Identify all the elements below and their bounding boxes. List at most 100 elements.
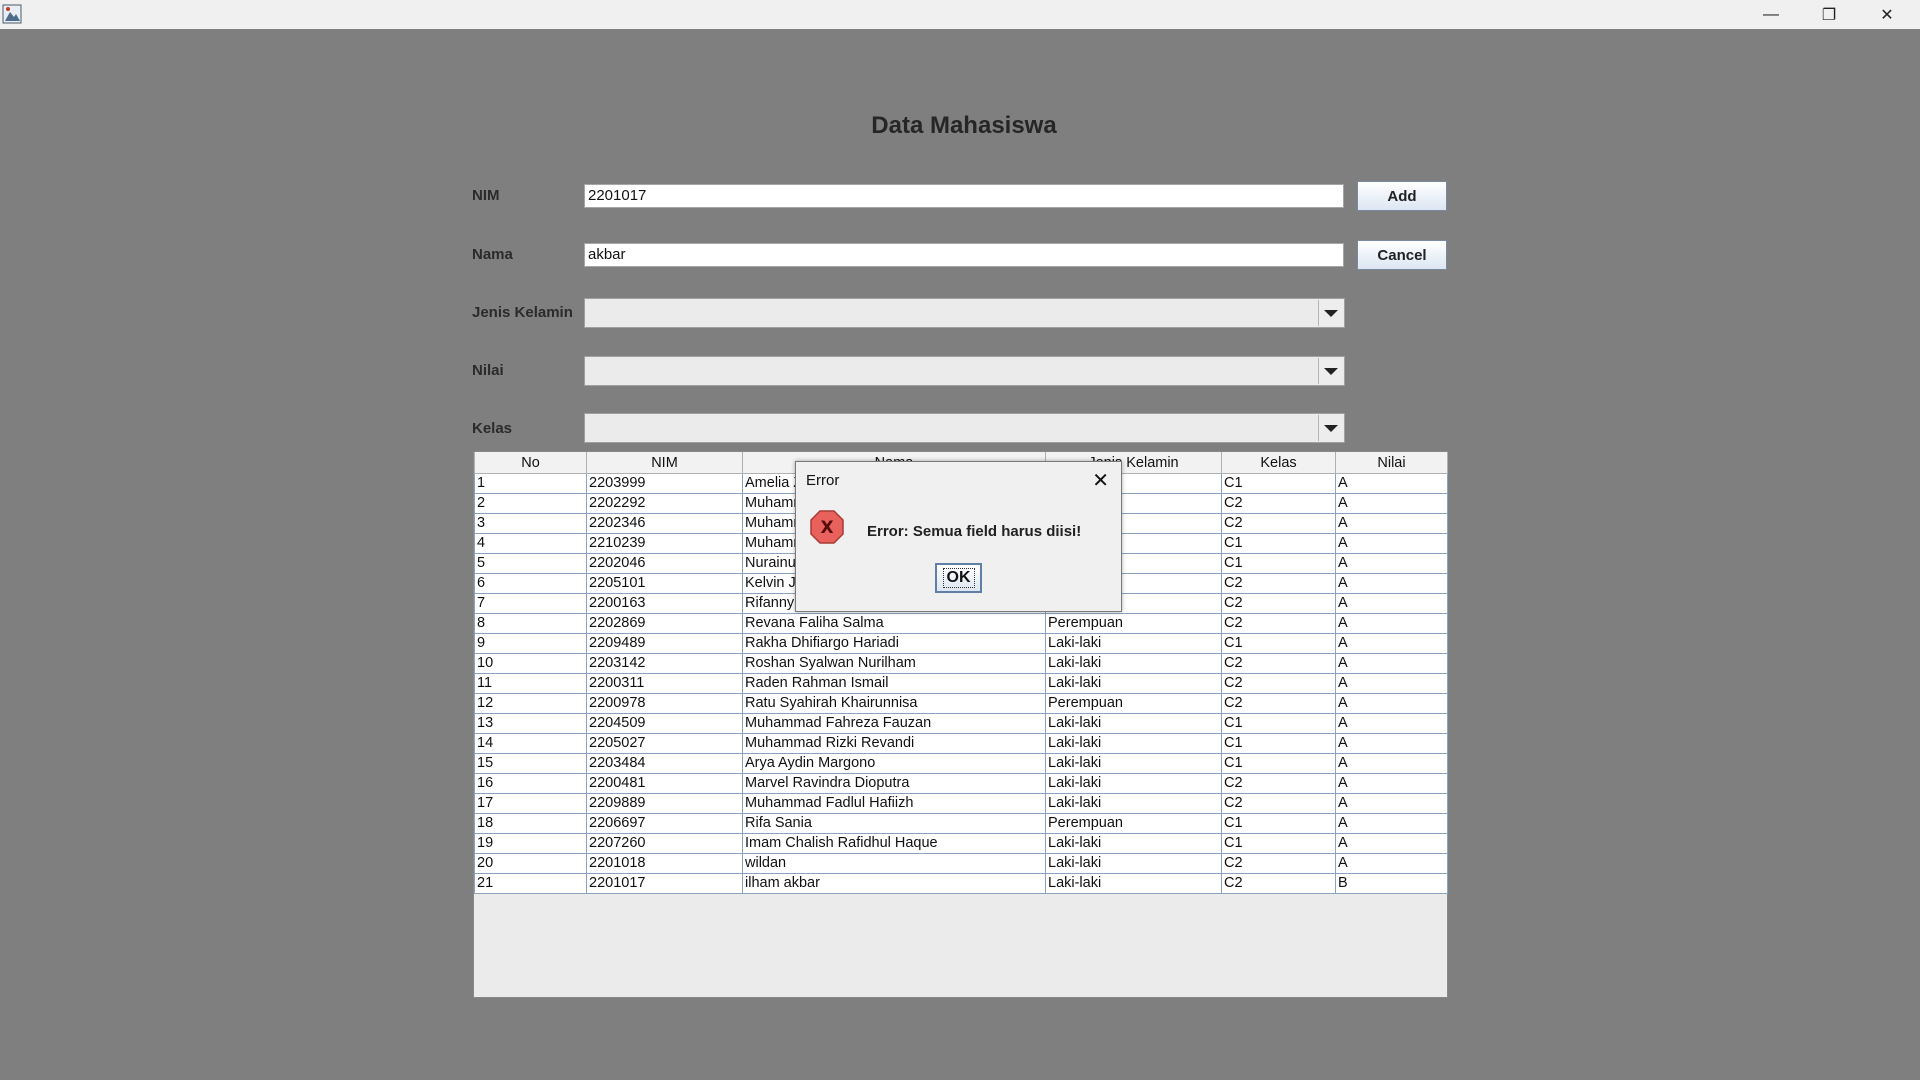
cell-no[interactable]: 21: [474, 873, 587, 894]
cell-no[interactable]: 13: [474, 713, 587, 734]
chevron-down-icon[interactable]: [1318, 300, 1343, 326]
cell-nama[interactable]: Rakha Dhifiargo Hariadi: [742, 633, 1046, 654]
cell-no[interactable]: 4: [474, 533, 587, 554]
nama-input[interactable]: akbar: [584, 243, 1344, 267]
table-row[interactable]: 8 2202869 Revana Faliha Salma Perempuan C2 A: [474, 613, 1448, 634]
cell-no[interactable]: 15: [474, 753, 587, 774]
cell-kelas[interactable]: C2: [1221, 593, 1336, 614]
cell-no[interactable]: 17: [474, 793, 587, 814]
table-row[interactable]: 20 2201018 wildan Laki-laki C2 A: [474, 853, 1448, 874]
cell-kelas[interactable]: C1: [1221, 633, 1336, 654]
cell-kelas[interactable]: C1: [1221, 553, 1336, 574]
cell-nilai[interactable]: A: [1335, 733, 1448, 754]
dialog-close-icon[interactable]: ✕: [1092, 468, 1109, 493]
cell-kelas[interactable]: C1: [1221, 733, 1336, 754]
cell-nilai[interactable]: A: [1335, 513, 1448, 534]
cell-no[interactable]: 11: [474, 673, 587, 694]
cell-nilai[interactable]: A: [1335, 813, 1448, 834]
cell-nim[interactable]: 2203484: [586, 753, 743, 774]
table-row[interactable]: 21 2201017 ilham akbar Laki-laki C2 B: [474, 873, 1448, 894]
add-button[interactable]: Add: [1357, 181, 1447, 211]
close-window-button[interactable]: ✕: [1858, 0, 1916, 29]
cell-nama[interactable]: Imam Chalish Rafidhul Haque: [742, 833, 1046, 854]
cell-no[interactable]: 7: [474, 593, 587, 614]
chevron-down-icon[interactable]: [1318, 415, 1343, 441]
column-header-nim[interactable]: NIM: [586, 452, 743, 474]
cell-jenis-kelamin[interactable]: Laki-laki: [1045, 773, 1222, 794]
cell-nama[interactable]: Rifa Sania: [742, 813, 1046, 834]
cell-kelas[interactable]: C1: [1221, 753, 1336, 774]
kelas-select[interactable]: [584, 413, 1345, 443]
cell-nilai[interactable]: A: [1335, 653, 1448, 674]
cell-nama[interactable]: Roshan Syalwan Nurilham: [742, 653, 1046, 674]
column-header-no[interactable]: No: [474, 452, 587, 474]
cell-kelas[interactable]: C2: [1221, 853, 1336, 874]
cell-no[interactable]: 6: [474, 573, 587, 594]
cell-nilai[interactable]: A: [1335, 493, 1448, 514]
cell-nilai[interactable]: A: [1335, 533, 1448, 554]
column-header-nilai[interactable]: Nilai: [1335, 452, 1448, 474]
cell-kelas[interactable]: C2: [1221, 673, 1336, 694]
cell-kelas[interactable]: C2: [1221, 613, 1336, 634]
cell-jenis-kelamin[interactable]: Laki-laki: [1045, 733, 1222, 754]
cell-jenis-kelamin[interactable]: Laki-laki: [1045, 713, 1222, 734]
cell-nama[interactable]: ilham akbar: [742, 873, 1046, 894]
cell-nim[interactable]: 2202869: [586, 613, 743, 634]
cell-nim[interactable]: 2207260: [586, 833, 743, 854]
cell-no[interactable]: 19: [474, 833, 587, 854]
cell-kelas[interactable]: C1: [1221, 473, 1336, 494]
cell-kelas[interactable]: C2: [1221, 873, 1336, 894]
cell-nilai[interactable]: A: [1335, 673, 1448, 694]
minimize-button[interactable]: —: [1742, 0, 1800, 29]
table-row[interactable]: 10 2203142 Roshan Syalwan Nurilham Laki-lak…: [474, 653, 1448, 674]
cell-nama[interactable]: Raden Rahman Ismail: [742, 673, 1046, 694]
cell-jenis-kelamin[interactable]: Perempuan: [1045, 693, 1222, 714]
cell-no[interactable]: 8: [474, 613, 587, 634]
cell-nim[interactable]: 2200163: [586, 593, 743, 614]
cell-nama[interactable]: Arya Aydin Margono: [742, 753, 1046, 774]
cell-nilai[interactable]: A: [1335, 553, 1448, 574]
cell-nim[interactable]: 2200481: [586, 773, 743, 794]
table-row[interactable]: 11 2200311 Raden Rahman Ismail Laki-laki C2 A: [474, 673, 1448, 694]
cell-nim[interactable]: 2206697: [586, 813, 743, 834]
cell-jenis-kelamin[interactable]: Laki-laki: [1045, 673, 1222, 694]
cell-nim[interactable]: 2202346: [586, 513, 743, 534]
cell-no[interactable]: 16: [474, 773, 587, 794]
cell-nilai[interactable]: A: [1335, 693, 1448, 714]
cell-jenis-kelamin[interactable]: Laki-laki: [1045, 653, 1222, 674]
cell-nama[interactable]: wildan: [742, 853, 1046, 874]
cell-nim[interactable]: 2204509: [586, 713, 743, 734]
cell-jenis-kelamin[interactable]: Laki-laki: [1045, 753, 1222, 774]
cell-kelas[interactable]: C2: [1221, 573, 1336, 594]
cell-nilai[interactable]: A: [1335, 793, 1448, 814]
nim-input[interactable]: 2201017: [584, 184, 1344, 208]
cell-nilai[interactable]: A: [1335, 773, 1448, 794]
cell-kelas[interactable]: C2: [1221, 693, 1336, 714]
nilai-select[interactable]: [584, 356, 1345, 386]
cell-nim[interactable]: 2205027: [586, 733, 743, 754]
table-row[interactable]: 12 2200978 Ratu Syahirah Khairunnisa Peremp…: [474, 693, 1448, 714]
chevron-down-icon[interactable]: [1318, 358, 1343, 384]
table-row[interactable]: 17 2209889 Muhammad Fadlul Hafiizh Laki-lak…: [474, 793, 1448, 814]
cell-nilai[interactable]: A: [1335, 613, 1448, 634]
cell-no[interactable]: 2: [474, 493, 587, 514]
cell-jenis-kelamin[interactable]: Laki-laki: [1045, 633, 1222, 654]
table-row[interactable]: 9 2209489 Rakha Dhifiargo Hariadi Laki-laki…: [474, 633, 1448, 654]
cell-no[interactable]: 3: [474, 513, 587, 534]
cell-no[interactable]: 20: [474, 853, 587, 874]
table-row[interactable]: 19 2207260 Imam Chalish Rafidhul Haque Laki…: [474, 833, 1448, 854]
cell-nilai[interactable]: A: [1335, 573, 1448, 594]
cell-nim[interactable]: 2205101: [586, 573, 743, 594]
cell-no[interactable]: 12: [474, 693, 587, 714]
ok-button[interactable]: OK: [935, 563, 982, 593]
table-row[interactable]: 14 2205027 Muhammad Rizki Revandi Laki-laki…: [474, 733, 1448, 754]
cell-nilai[interactable]: A: [1335, 633, 1448, 654]
cancel-button[interactable]: Cancel: [1357, 240, 1447, 270]
cell-nim[interactable]: 2201017: [586, 873, 743, 894]
column-header-kelas[interactable]: Kelas: [1221, 452, 1336, 474]
cell-kelas[interactable]: C2: [1221, 513, 1336, 534]
cell-nim[interactable]: 2209889: [586, 793, 743, 814]
table-row[interactable]: 16 2200481 Marvel Ravindra Dioputra Laki-la…: [474, 773, 1448, 794]
table-row[interactable]: 18 2206697 Rifa Sania Perempuan C1 A: [474, 813, 1448, 834]
cell-kelas[interactable]: C2: [1221, 653, 1336, 674]
